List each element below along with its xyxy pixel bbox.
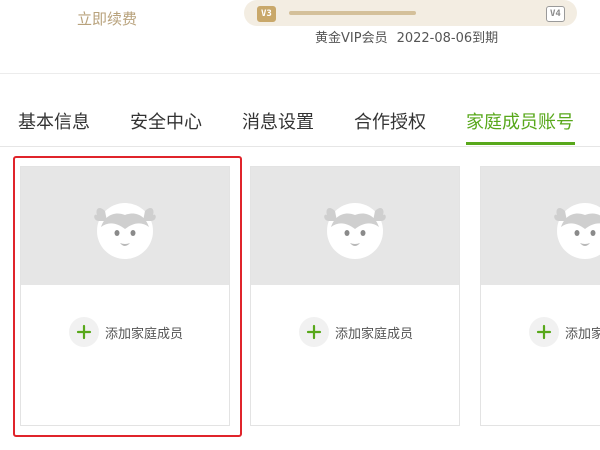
family-member-card[interactable]: 添加家庭成员 xyxy=(20,166,230,426)
tab-family-accounts[interactable]: 家庭成员账号 xyxy=(466,108,574,134)
next-level-badge: V4 xyxy=(546,6,565,22)
plus-icon xyxy=(529,317,559,347)
add-family-member-label: 添加家庭成员 xyxy=(565,327,600,342)
add-family-member-label: 添加家庭成员 xyxy=(335,327,414,342)
add-family-member-label: 添加家庭成员 xyxy=(105,327,184,342)
active-tab-indicator xyxy=(466,142,575,145)
current-level-badge: V3 xyxy=(257,6,276,22)
plus-icon xyxy=(299,317,329,347)
deer-avatar-icon xyxy=(554,203,600,259)
account-settings-page: 立即续费 V3 V4 黄金VIP会员 2022-08-06到期 基本信息 安全中心… xyxy=(0,0,600,450)
deer-avatar-icon xyxy=(94,203,156,259)
card-avatar-area xyxy=(21,167,229,285)
divider xyxy=(0,73,600,74)
family-member-card[interactable]: 添加家庭成员 xyxy=(480,166,600,426)
renew-link[interactable]: 立即续费 xyxy=(77,8,137,29)
family-member-card[interactable]: 添加家庭成员 xyxy=(250,166,460,426)
vip-name: 黄金VIP会员 xyxy=(315,31,388,46)
settings-tabs: 基本信息 安全中心 消息设置 合作授权 家庭成员账号 xyxy=(0,98,600,147)
tab-security-center[interactable]: 安全中心 xyxy=(130,108,202,134)
deer-avatar-icon xyxy=(324,203,386,259)
card-avatar-area xyxy=(251,167,459,285)
card-avatar-area xyxy=(481,167,600,285)
vip-expiry: 2022-08-06到期 xyxy=(396,31,499,46)
vip-status: 黄金VIP会员 2022-08-06到期 xyxy=(315,27,498,46)
tab-cooperation-auth[interactable]: 合作授权 xyxy=(354,108,426,134)
add-family-member-button[interactable]: 添加家庭成员 xyxy=(529,317,600,347)
tab-message-settings[interactable]: 消息设置 xyxy=(242,108,314,134)
level-progress-fill xyxy=(289,11,416,15)
tab-basic-info[interactable]: 基本信息 xyxy=(18,108,90,134)
plus-icon xyxy=(69,317,99,347)
